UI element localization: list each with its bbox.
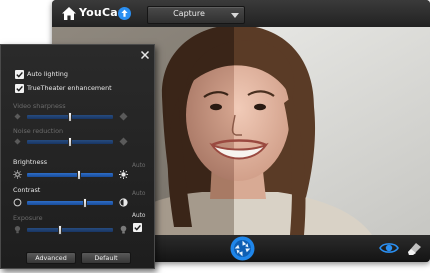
home-icon[interactable]: [62, 7, 76, 20]
auto-lighting-label: Auto lighting: [27, 70, 68, 78]
eraser-icon[interactable]: [406, 241, 422, 256]
check-icon: [16, 85, 23, 92]
check-icon: [134, 224, 141, 231]
brightness-label: Brightness: [13, 158, 48, 166]
capture-shutter-button[interactable]: [230, 236, 255, 261]
exposure-slider-knob[interactable]: [58, 225, 62, 235]
exposure-slider[interactable]: [27, 225, 113, 235]
brightness-slider-knob[interactable]: [77, 170, 81, 180]
check-icon: [16, 71, 23, 78]
mode-dropdown[interactable]: Capture: [147, 6, 245, 24]
brightness-slider[interactable]: [27, 170, 113, 180]
contrast-low-icon: [13, 198, 22, 207]
exposure-label: Exposure: [13, 214, 43, 222]
chevron-down-icon: [231, 13, 239, 18]
title-bar: YouCam Capture: [52, 0, 430, 27]
diamond-large-icon: [119, 112, 128, 121]
video-sharpness-label: Video sharpness: [13, 102, 66, 110]
contrast-high-icon: [119, 198, 128, 207]
diamond-small-icon: [14, 138, 21, 145]
video-sharpness-slider-knob[interactable]: [68, 112, 72, 122]
auto-lighting-checkbox[interactable]: [15, 70, 24, 79]
advanced-button[interactable]: Advanced: [26, 252, 76, 264]
exposure-auto-label: Auto: [132, 213, 146, 219]
diamond-large-icon: [119, 137, 128, 146]
video-sharpness-slider[interactable]: [27, 112, 113, 122]
contrast-auto-label: Auto: [132, 191, 146, 197]
diamond-small-icon: [14, 113, 21, 120]
screenshot-stage: YouCam Capture Auto lighting TrueTheater…: [0, 0, 430, 273]
bulb-bright-icon: [120, 225, 127, 234]
mode-dropdown-value: Capture: [173, 9, 205, 18]
sun-large-icon: [119, 170, 128, 179]
contrast-label: Contrast: [13, 186, 41, 194]
eye-icon[interactable]: [379, 241, 399, 255]
sun-small-icon: [13, 170, 22, 179]
contrast-slider[interactable]: [27, 198, 113, 208]
bulb-dim-icon: [14, 226, 21, 234]
upload-icon[interactable]: [118, 7, 131, 20]
close-icon[interactable]: [140, 50, 150, 60]
video-settings-panel: Auto lighting TrueTheater enhancement Vi…: [0, 44, 155, 269]
noise-reduction-slider-knob[interactable]: [68, 137, 72, 147]
contrast-slider-knob[interactable]: [83, 198, 87, 208]
brightness-auto-label: Auto: [132, 163, 146, 169]
truetheater-checkbox[interactable]: [15, 84, 24, 93]
truetheater-label: TrueTheater enhancement: [27, 84, 112, 92]
default-button[interactable]: Default: [81, 252, 131, 264]
exposure-auto-checkbox[interactable]: [133, 223, 142, 232]
noise-reduction-label: Noise reduction: [13, 127, 64, 135]
noise-reduction-slider[interactable]: [27, 137, 113, 147]
